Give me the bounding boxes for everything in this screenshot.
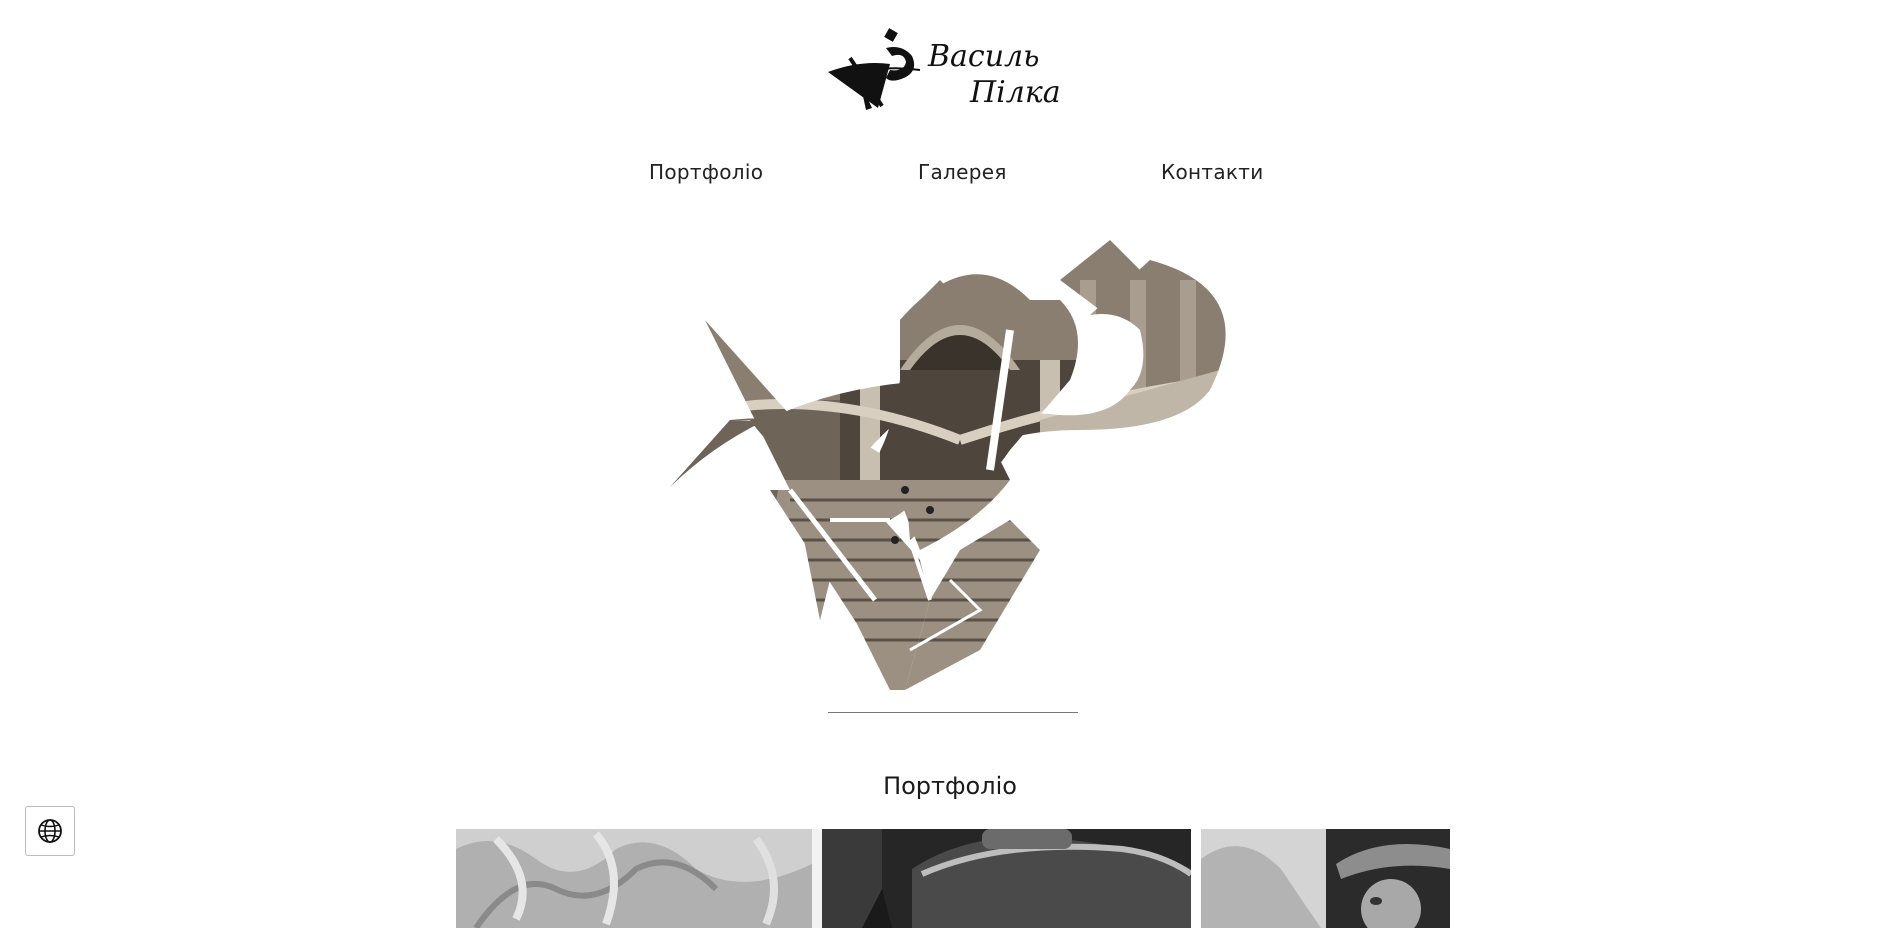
section-divider (828, 712, 1078, 713)
nav-contacts[interactable]: Контакти (1161, 160, 1264, 184)
nav-gallery[interactable]: Галерея (918, 160, 1007, 184)
logo-signature-line1: Василь (927, 39, 1040, 74)
hero-logo-image (660, 220, 1260, 690)
logo-mark-icon: Василь Пілка (828, 28, 1061, 110)
nav-portfolio[interactable]: Портфоліо (649, 160, 763, 184)
portfolio-title: Портфоліо (883, 772, 1017, 800)
globe-icon (38, 819, 62, 843)
portfolio-image[interactable] (822, 829, 1191, 928)
site-logo[interactable]: Василь Пілка (820, 20, 1090, 120)
portfolio-image[interactable] (1201, 829, 1450, 928)
portfolio-image[interactable] (456, 829, 822, 928)
portfolio-gallery (456, 829, 1450, 928)
site-header: Василь Пілка Портфоліо Галерея Контакти (0, 0, 1900, 200)
main-nav: Портфоліо Галерея Контакти (0, 160, 1900, 190)
logo-signature-line2: Пілка (969, 75, 1061, 110)
language-button[interactable] (25, 806, 75, 856)
